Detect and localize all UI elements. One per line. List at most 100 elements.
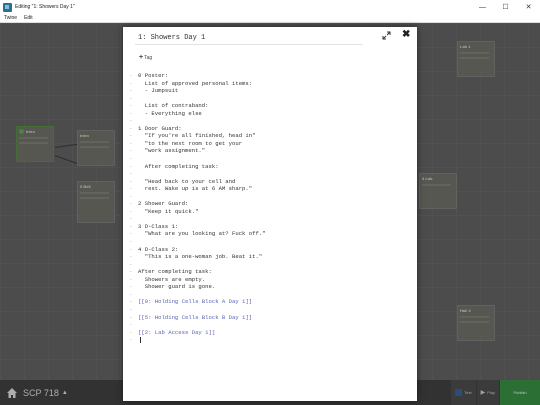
- line-gutter: -: [129, 109, 133, 117]
- menu-bar: Twine Edit: [0, 14, 540, 23]
- close-window-button[interactable]: ✕: [517, 0, 540, 14]
- line-text: [[2: Lab Access Day 1]]: [138, 328, 216, 336]
- editor-line[interactable]: - rest. Wake up is at 6 AM sharp.": [129, 185, 411, 193]
- editor-line[interactable]: - - Everything else: [129, 110, 411, 118]
- menu-edit[interactable]: Edit: [24, 15, 33, 21]
- maximize-button[interactable]: ☐: [494, 0, 517, 14]
- menu-twine[interactable]: Twine: [4, 15, 17, 21]
- passage-name-text: 1: Showers Day 1: [138, 34, 206, 42]
- line-text: "Keep it quick.": [138, 207, 199, 215]
- passage-text-editor[interactable]: -0 Poster: - List of approved personal it…: [129, 72, 411, 394]
- editor-line[interactable]: -1 Door Guard:: [129, 125, 411, 133]
- line-gutter: -: [129, 260, 133, 268]
- editor-line[interactable]: -: [129, 291, 411, 299]
- line-text: - Everything else: [138, 109, 202, 117]
- line-gutter: -: [129, 155, 133, 163]
- line-gutter: -: [129, 207, 133, 215]
- dialog-header: 1: Showers Day 1 ✖: [123, 27, 417, 53]
- line-text: "This is a one-woman job. Beat it.": [138, 253, 263, 261]
- line-gutter: -: [129, 72, 133, 79]
- line-gutter: -: [129, 79, 133, 87]
- editor-line[interactable]: -: [129, 117, 411, 125]
- line-gutter: -: [129, 268, 133, 276]
- editor-line[interactable]: -2 Shower Guard:: [129, 200, 411, 208]
- line-gutter: -: [129, 162, 133, 170]
- line-gutter: -: [129, 328, 133, 336]
- line-text: rest. Wake up is at 6 AM sharp.": [138, 185, 253, 193]
- add-tag-button[interactable]: + Tag: [139, 54, 152, 61]
- editor-line[interactable]: -4 D-Class 2:: [129, 246, 411, 254]
- line-gutter: -: [129, 147, 133, 155]
- line-text: 4 D-Class 2:: [138, 245, 179, 253]
- line-text: List of approved personal items:: [138, 79, 253, 87]
- line-text: "If you're all finished, head in": [138, 132, 256, 140]
- editor-line[interactable]: -: [129, 306, 411, 314]
- line-gutter: -: [129, 290, 133, 298]
- editor-line[interactable]: - List of contraband:: [129, 102, 411, 110]
- editor-line[interactable]: - Shower guard is gone.: [129, 283, 411, 291]
- minimize-button[interactable]: —: [471, 0, 494, 14]
- line-gutter: -: [129, 275, 133, 283]
- close-dialog-icon[interactable]: ✖: [402, 30, 410, 40]
- window-titlebar: Editing "1: Showers Day 1" — ☐ ✕: [0, 0, 540, 14]
- line-text: "What are you looking at? Fuck off.": [138, 230, 266, 238]
- line-text: 3 D-Class 1:: [138, 222, 179, 230]
- editor-line[interactable]: -: [129, 170, 411, 178]
- editor-line[interactable]: - "work assignment.": [129, 147, 411, 155]
- editor-line[interactable]: -3 D-Class 1:: [129, 223, 411, 231]
- line-gutter: -: [129, 177, 133, 185]
- editor-line[interactable]: - "This is a one-woman job. Beat it.": [129, 253, 411, 261]
- line-gutter: -: [129, 336, 133, 344]
- editor-line[interactable]: - After completing task:: [129, 163, 411, 171]
- editor-line[interactable]: -: [129, 336, 411, 344]
- line-gutter: -: [129, 230, 133, 238]
- line-gutter: -: [129, 253, 133, 261]
- line-gutter: -: [129, 132, 133, 140]
- editor-line[interactable]: -: [129, 215, 411, 223]
- line-text: 2 Shower Guard:: [138, 200, 189, 208]
- line-gutter: -: [129, 283, 133, 291]
- passage-link-line[interactable]: - [[0: Holding Cells Block A Day 1]]: [129, 298, 411, 306]
- editor-line[interactable]: -0 Poster:: [129, 72, 411, 80]
- editor-line[interactable]: -: [129, 193, 411, 201]
- line-text: After completing task:: [138, 162, 219, 170]
- add-tag-label: Tag: [144, 54, 153, 61]
- editor-line[interactable]: -: [129, 155, 411, 163]
- line-text: After completing task:: [138, 268, 212, 276]
- editor-line[interactable]: - "to the next room to get your: [129, 140, 411, 148]
- line-gutter: -: [129, 94, 133, 102]
- editor-line[interactable]: - "What are you looking at? Fuck off.": [129, 230, 411, 238]
- line-gutter: -: [129, 117, 133, 125]
- line-text: "work assignment.": [138, 147, 206, 155]
- line-text: 0 Poster:: [138, 72, 169, 79]
- editor-line[interactable]: - "Head back to your cell and: [129, 178, 411, 186]
- twine-app-icon: [3, 2, 12, 12]
- line-gutter: -: [129, 245, 133, 253]
- text-cursor: [140, 336, 141, 343]
- editor-line[interactable]: - - Jumpsuit: [129, 87, 411, 95]
- editor-line[interactable]: - After completing task:: [129, 268, 411, 276]
- passage-link-line[interactable]: - [[2: Lab Access Day 1]]: [129, 329, 411, 337]
- line-gutter: -: [129, 238, 133, 246]
- line-text: 1 Door Guard:: [138, 124, 182, 132]
- editor-line[interactable]: - List of approved personal items:: [129, 80, 411, 88]
- passage-name-field[interactable]: 1: Showers Day 1: [135, 31, 363, 45]
- window-title: Editing "1: Showers Day 1": [15, 4, 75, 10]
- line-text: List of contraband:: [138, 102, 209, 110]
- maximize-dialog-icon[interactable]: [382, 31, 391, 40]
- line-gutter: -: [129, 222, 133, 230]
- editor-line[interactable]: - "Keep it quick.": [129, 208, 411, 216]
- editor-line[interactable]: - "If you're all finished, head in": [129, 132, 411, 140]
- line-text: [[5: Holding Cells Block B Day 1]]: [138, 313, 253, 321]
- line-gutter: -: [129, 102, 133, 110]
- editor-line[interactable]: -: [129, 238, 411, 246]
- line-gutter: -: [129, 87, 133, 95]
- line-gutter: -: [129, 313, 133, 321]
- line-gutter: -: [129, 298, 133, 306]
- passage-link-line[interactable]: - [[5: Holding Cells Block B Day 1]]: [129, 314, 411, 322]
- line-text: [[0: Holding Cells Block A Day 1]]: [138, 298, 253, 306]
- editor-line[interactable]: -: [129, 95, 411, 103]
- editor-line[interactable]: - Showers are empty.: [129, 276, 411, 284]
- editor-line[interactable]: -: [129, 321, 411, 329]
- editor-line[interactable]: -: [129, 261, 411, 269]
